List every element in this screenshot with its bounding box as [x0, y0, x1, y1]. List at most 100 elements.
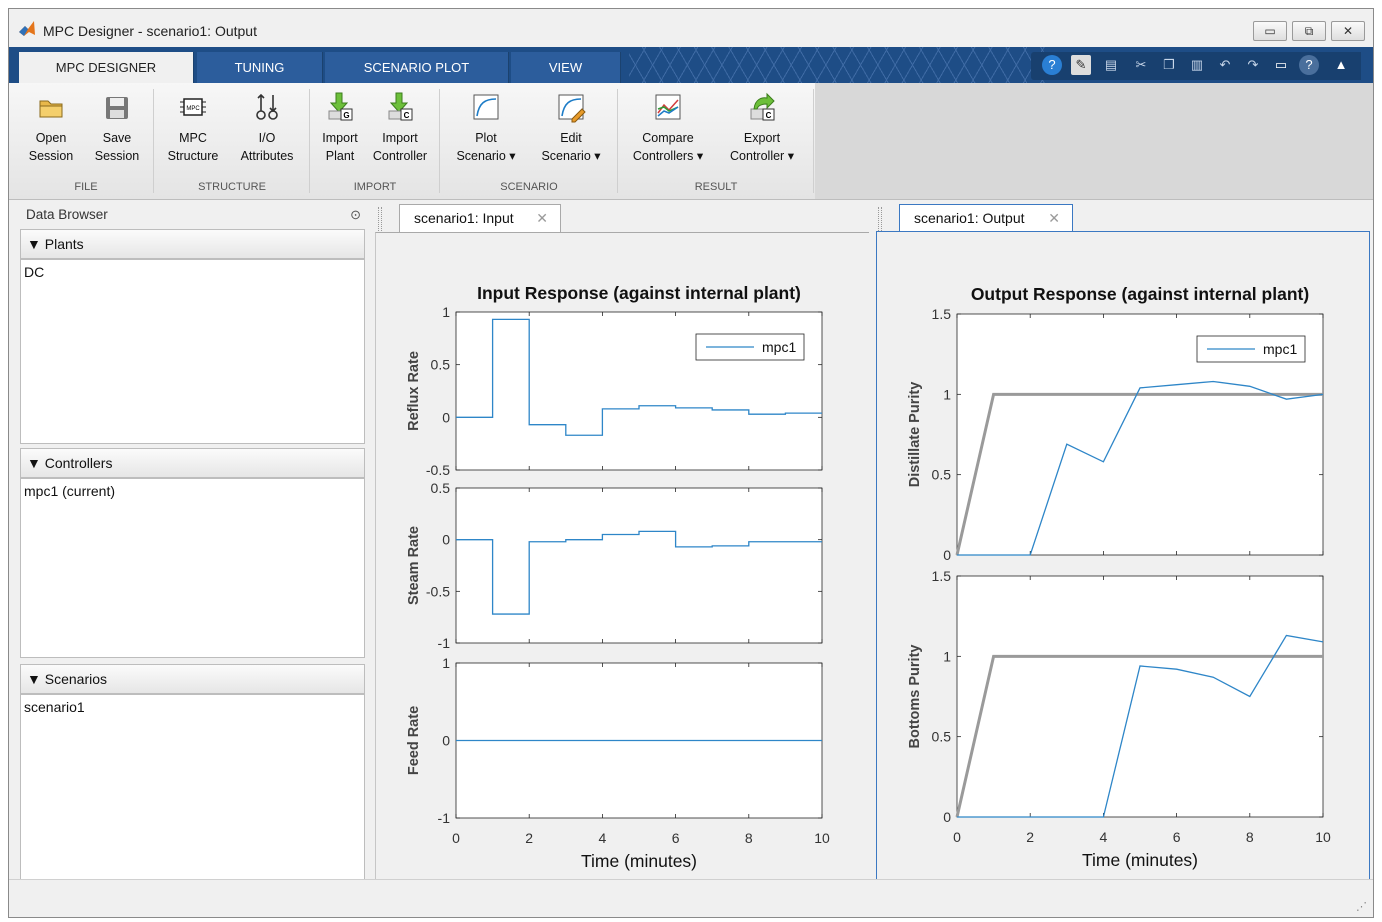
y-axis-label: Bottoms Purity	[907, 645, 923, 749]
resize-grip-icon[interactable]: ⋰	[1356, 900, 1367, 913]
browser-menu-icon[interactable]: ⊙	[350, 204, 361, 226]
io-attributes-button[interactable]: I/O Attributes	[233, 89, 301, 165]
help-question-icon[interactable]: ?	[1299, 55, 1319, 75]
ribbon-empty-area	[815, 83, 1373, 200]
mpc-structure-button[interactable]: MPC MPC Structure	[161, 89, 225, 165]
doc-tab-label: scenario1: Output	[914, 210, 1025, 226]
open-session-label-2: Session	[28, 149, 74, 163]
plants-section-label: Plants	[44, 236, 84, 252]
cut-icon[interactable]: ✂	[1131, 55, 1151, 75]
minimize-icon: ▭	[1264, 24, 1276, 38]
tab-scenario1-output[interactable]: scenario1: Output ✕	[899, 204, 1073, 232]
output-response-chart: Output Response (against internal plant)…	[907, 284, 1331, 870]
mpc-structure-label-2: Structure	[167, 149, 219, 163]
x-tick-label: 8	[745, 830, 753, 846]
edit-scenario-button[interactable]: Edit Scenario ▾	[531, 89, 611, 165]
collapse-triangle-icon: ▼	[27, 671, 41, 687]
group-separator	[153, 89, 154, 193]
plot-scenario-button[interactable]: Plot Scenario ▾	[447, 89, 525, 165]
list-item[interactable]: mpc1 (current)	[24, 483, 361, 499]
open-session-button[interactable]: Open Session	[23, 89, 79, 165]
list-item[interactable]: DC	[24, 264, 361, 280]
edit-scenario-label-2: Scenario ▾	[541, 149, 601, 163]
tab-mpc-designer[interactable]: MPC DESIGNER	[19, 52, 194, 83]
group-label-structure: STRUCTURE	[198, 181, 266, 193]
import-controller-label-2: Controller	[372, 149, 428, 163]
panel-grip[interactable]	[878, 207, 882, 231]
switch-windows-icon[interactable]: ▭	[1271, 55, 1291, 75]
group-label-scenario: SCENARIO	[500, 181, 558, 193]
minimize-button[interactable]: ▭	[1253, 21, 1287, 41]
tab-tuning[interactable]: TUNING	[197, 52, 323, 83]
ribbon-toolstrip: Open Session Save Session MPC MPC Struct…	[9, 83, 815, 200]
import-controller-icon: C	[388, 92, 413, 121]
group-label-result: RESULT	[694, 181, 738, 193]
open-session-label-1: Open	[35, 131, 67, 145]
input-response-chart: Input Response (against internal plant) 1…	[406, 283, 830, 871]
x-tick-label: 0	[452, 830, 460, 846]
close-tab-icon[interactable]: ✕	[536, 205, 548, 231]
y-tick-label: 1	[442, 655, 450, 671]
tabstrip-decoration	[629, 47, 1049, 83]
y-tick-label: -0.5	[426, 462, 450, 478]
copy-icon[interactable]: ❐	[1159, 55, 1179, 75]
export-controller-button[interactable]: C Export Controller ▾	[719, 89, 805, 165]
scenarios-section-header[interactable]: ▼ Scenarios	[20, 664, 365, 694]
svg-text:C: C	[404, 111, 410, 120]
x-tick-label: 8	[1246, 829, 1254, 845]
close-window-button[interactable]: ✕	[1331, 21, 1365, 41]
maximize-icon: ⧉	[1304, 24, 1314, 38]
edit-scenario-icon	[558, 94, 586, 123]
import-plant-button[interactable]: G Import Plant	[315, 89, 365, 165]
ribbon-tab-strip: MPC DESIGNER TUNING SCENARIO PLOT VIEW ?…	[9, 47, 1373, 83]
x-tick-label: 6	[672, 830, 680, 846]
matlab-logo-icon	[19, 21, 35, 36]
compare-controllers-label-1: Compare	[642, 131, 694, 145]
plants-section-header[interactable]: ▼ Plants	[20, 229, 365, 259]
close-icon: ✕	[1342, 24, 1354, 38]
tab-scenario-plot[interactable]: SCENARIO PLOT	[325, 52, 509, 83]
y-tick-label: -1	[438, 810, 451, 826]
input-plot-panel: Input Response (against internal plant) 1…	[375, 232, 869, 882]
preferences-icon[interactable]: ✎	[1071, 55, 1091, 75]
plot-scenario-icon	[473, 94, 499, 120]
maximize-button[interactable]: ⧉	[1292, 21, 1326, 41]
title-bar: MPC Designer - scenario1: Output ▭ ⧉ ✕	[9, 9, 1373, 47]
save-quick-icon[interactable]: ▤	[1101, 55, 1121, 75]
y-tick-label: 0	[442, 532, 450, 548]
x-tick-label: 2	[1026, 829, 1034, 845]
redo-icon[interactable]: ↷	[1243, 55, 1263, 75]
tab-view[interactable]: VIEW	[511, 52, 621, 83]
y-tick-label: 1	[442, 304, 450, 320]
y-tick-label: 1	[943, 386, 951, 402]
svg-text:C: C	[766, 111, 772, 120]
compare-controllers-button[interactable]: Compare Controllers ▾	[623, 89, 713, 165]
controllers-section-header[interactable]: ▼ Controllers	[20, 448, 365, 478]
save-session-button[interactable]: Save Session	[89, 89, 145, 165]
list-item[interactable]: scenario1	[24, 699, 361, 715]
axes-box	[455, 487, 823, 644]
x-tick-label: 2	[525, 830, 533, 846]
compare-controllers-icon	[655, 94, 681, 120]
tab-scenario1-input[interactable]: scenario1: Input ✕	[399, 204, 561, 232]
legend-label: mpc1	[762, 339, 796, 355]
y-tick-label: 1.5	[932, 306, 952, 322]
status-bar: ⋰	[9, 879, 1373, 917]
close-tab-icon[interactable]: ✕	[1048, 205, 1060, 231]
paste-icon[interactable]: ▥	[1187, 55, 1207, 75]
controllers-section-label: Controllers	[44, 455, 113, 471]
import-controller-button[interactable]: C Import Controller	[367, 89, 433, 165]
panel-grip[interactable]	[378, 207, 382, 231]
group-separator	[617, 89, 618, 193]
help-icon[interactable]: ?	[1042, 55, 1062, 75]
undo-icon[interactable]: ↶	[1215, 55, 1235, 75]
chip-icon: MPC	[180, 98, 206, 116]
y-axis-label: Steam Rate	[406, 526, 422, 605]
folder-icon	[39, 100, 63, 118]
axes-box	[956, 575, 1324, 818]
collapse-ribbon-icon[interactable]: ▲	[1331, 55, 1351, 75]
y-tick-label: -1	[438, 635, 451, 651]
export-controller-label-2: Controller ▾	[730, 149, 794, 163]
plot-scenario-label-2: Scenario ▾	[456, 149, 516, 163]
legend-label: mpc1	[1263, 341, 1297, 357]
